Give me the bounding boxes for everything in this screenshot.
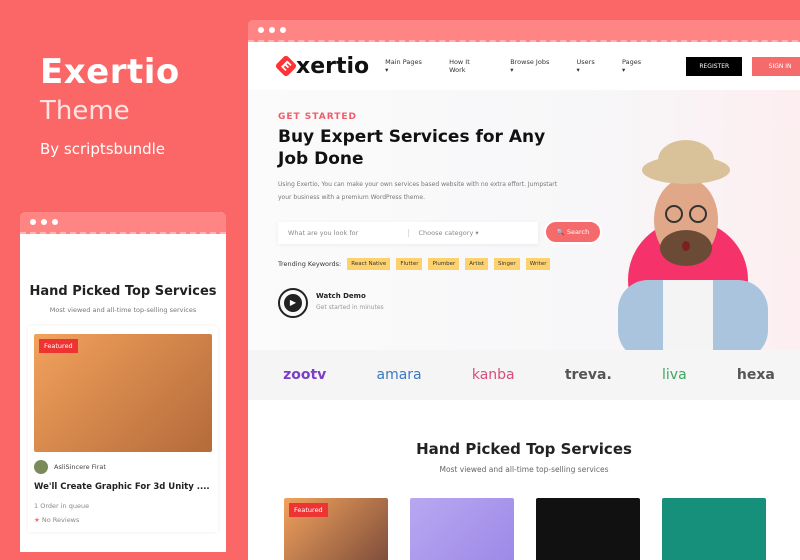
avatar: [34, 460, 48, 474]
keyword-tag[interactable]: Singer: [494, 258, 520, 270]
keyword-tag[interactable]: Flutter: [396, 258, 423, 270]
service-card[interactable]: [662, 498, 766, 560]
hero-title: Buy Expert Services for Any Job Done: [278, 127, 546, 169]
service-card[interactable]: [536, 498, 640, 560]
search-bar: What are you look for Choose category ▾: [278, 222, 538, 244]
featured-badge: Featured: [39, 339, 78, 353]
service-title[interactable]: We'll Create Graphic For 3d Unity ....: [34, 482, 212, 492]
services-section: Hand Picked Top Services Most viewed and…: [248, 400, 800, 474]
nav-how-it-work[interactable]: How It Work: [449, 58, 488, 74]
service-image: Featured: [34, 334, 212, 452]
watch-demo-sub: Get started in minutes: [316, 304, 384, 311]
window-bar: [20, 212, 226, 234]
brand-author: By scriptsbundle: [40, 140, 166, 158]
search-input[interactable]: What are you look for: [278, 229, 409, 237]
featured-badge: Featured: [289, 503, 328, 517]
partner-logo-zootv: zootv: [283, 367, 327, 383]
site-logo[interactable]: Exertio: [274, 53, 370, 79]
play-button[interactable]: ▶: [278, 288, 308, 318]
hero-description: Using Exertio, You can make your own ser…: [278, 181, 558, 201]
desktop-preview-window: Exertio Main Pages ▾ How It Work Browse …: [248, 20, 800, 560]
mobile-preview-window: Hand Picked Top Services Most viewed and…: [20, 212, 226, 552]
trending-keywords: Trending Keywords: React Native Flutter …: [278, 258, 551, 270]
window-dot: [52, 219, 58, 225]
window-dot: [269, 27, 275, 33]
logo-text: xertio: [296, 53, 370, 79]
order-queue: 1 Order in queue: [34, 502, 90, 510]
play-icon: ▶: [284, 294, 302, 312]
window-bar: [248, 20, 800, 42]
mobile-service-card[interactable]: Featured AsliSincere Firat We'll Create …: [28, 326, 218, 532]
service-card[interactable]: Featured: [284, 498, 388, 560]
keyword-tag[interactable]: Artist: [465, 258, 489, 270]
nav-pages[interactable]: Pages ▾: [622, 58, 646, 74]
keyword-tag[interactable]: Writer: [525, 258, 551, 270]
hero-person-illustration: [618, 140, 768, 350]
service-cards: Featured: [248, 474, 800, 560]
watch-demo-label[interactable]: Watch Demo: [316, 292, 366, 300]
hero-kicker: GET STARTED: [278, 112, 357, 122]
partner-logo-hexa: hexa: [736, 367, 775, 383]
partner-logo-amara: amara: [376, 367, 422, 383]
register-button[interactable]: REGISTER: [686, 56, 743, 76]
keyword-tag[interactable]: Plumber: [428, 258, 460, 270]
window-dot: [30, 219, 36, 225]
nav-browse-jobs[interactable]: Browse Jobs ▾: [510, 58, 554, 74]
keyword-tag[interactable]: React Native: [347, 258, 391, 270]
window-dot: [280, 27, 286, 33]
services-title: Hand Picked Top Services: [416, 440, 632, 458]
reviews-count: No Reviews: [41, 516, 80, 524]
brand-title: Exertio: [40, 52, 180, 92]
nav-main-pages[interactable]: Main Pages ▾: [385, 58, 427, 74]
window-dot: [258, 27, 264, 33]
trending-label: Trending Keywords:: [278, 260, 342, 268]
hero-section: GET STARTED Buy Expert Services for Any …: [248, 90, 800, 350]
nav-users[interactable]: Users ▾: [577, 58, 600, 74]
category-select[interactable]: Choose category ▾: [409, 229, 539, 237]
partner-logo-kanba: kanba: [471, 367, 515, 383]
mobile-services-title: Hand Picked Top Services: [29, 284, 217, 299]
service-card[interactable]: [410, 498, 514, 560]
logo-mark: E: [274, 54, 298, 78]
signin-button[interactable]: SIGN IN: [752, 56, 800, 76]
window-dot: [41, 219, 47, 225]
navbar: Exertio Main Pages ▾ How It Work Browse …: [248, 42, 800, 90]
brand-block: Exertio Theme By scriptsbundle: [40, 52, 180, 158]
partner-logo-treva: treva.: [564, 367, 612, 383]
partner-logo-liva: liva: [662, 367, 687, 383]
services-subtitle: Most viewed and all-time top-selling ser…: [439, 465, 609, 474]
mobile-services-subtitle: Most viewed and all-time top-selling ser…: [49, 306, 197, 314]
seller-name[interactable]: AsliSincere Firat: [54, 463, 106, 471]
brand-subtitle: Theme: [40, 96, 130, 126]
partner-logos: zootv amara kanba treva. liva hexa: [248, 350, 800, 400]
star-icon: ★: [34, 516, 40, 524]
